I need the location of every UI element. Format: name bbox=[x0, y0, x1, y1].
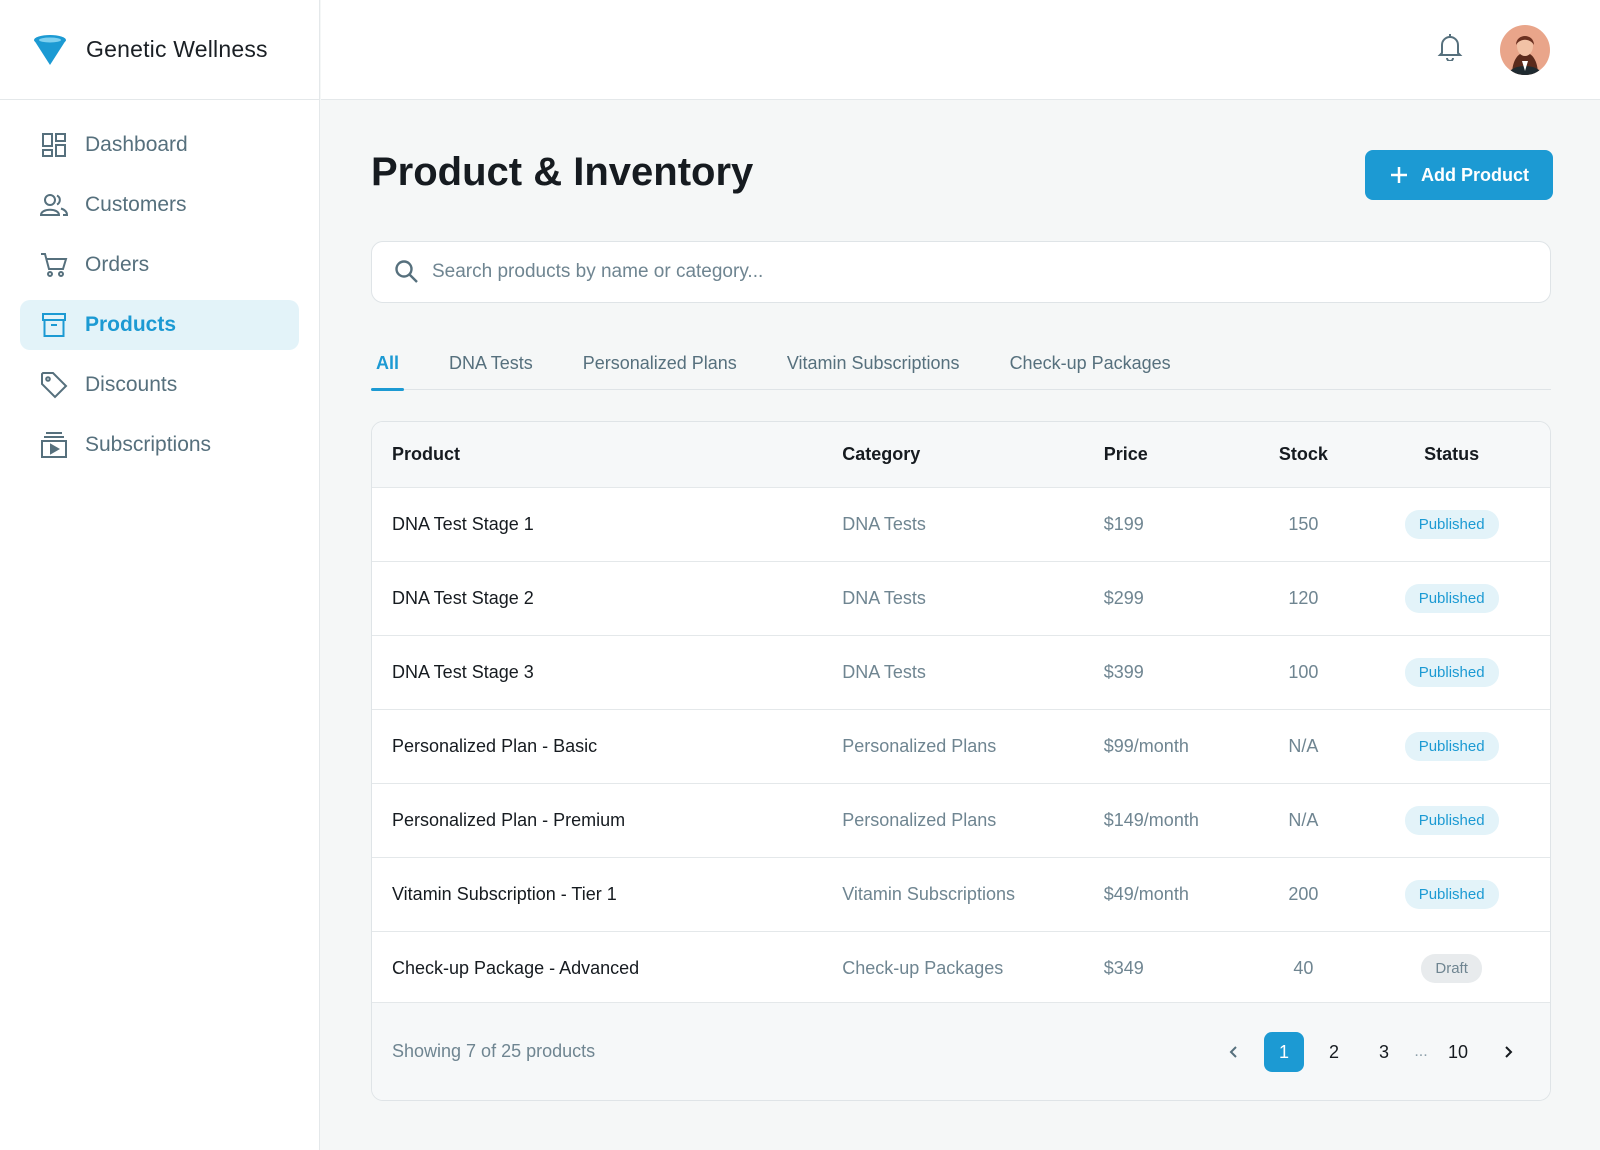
header-product[interactable]: Product bbox=[372, 444, 842, 465]
sidebar-item-label: Dashboard bbox=[85, 133, 188, 156]
users-icon bbox=[40, 191, 68, 219]
cart-icon bbox=[40, 251, 68, 279]
status-badge: Published bbox=[1404, 806, 1499, 835]
sidebar-item-products[interactable]: Products bbox=[20, 300, 299, 350]
sidebar-item-label: Customers bbox=[85, 193, 187, 216]
table-row[interactable]: Personalized Plan - Premium Personalized… bbox=[372, 783, 1550, 857]
products-table: Product Category Price Stock Status DNA … bbox=[371, 421, 1551, 1101]
product-price: $49/month bbox=[1103, 884, 1189, 904]
bell-icon[interactable] bbox=[1433, 30, 1467, 64]
tab-dna-tests[interactable]: DNA Tests bbox=[444, 336, 538, 390]
tab-vitamin-subscriptions[interactable]: Vitamin Subscriptions bbox=[782, 336, 965, 390]
product-category: Check-up Packages bbox=[842, 958, 1004, 978]
sidebar: Genetic Wellness Dashboard Customers Ord… bbox=[0, 0, 320, 1150]
showing-count: Showing 7 of 25 products bbox=[392, 1041, 596, 1061]
product-stock: 40 bbox=[1293, 958, 1314, 978]
search-bar bbox=[371, 241, 1551, 303]
status-badge: Published bbox=[1404, 510, 1499, 539]
product-name: Vitamin Subscription - Tier 1 bbox=[392, 884, 617, 904]
sidebar-item-dashboard[interactable]: Dashboard bbox=[20, 120, 299, 170]
table-footer: Showing 7 of 25 products 1 2 3 ... 10 bbox=[372, 1002, 1550, 1100]
table-row[interactable]: Personalized Plan - Basic Personalized P… bbox=[372, 709, 1550, 783]
table-row[interactable]: Check-up Package - Advanced Check-up Pac… bbox=[372, 931, 1550, 1005]
product-name: DNA Test Stage 3 bbox=[392, 662, 534, 682]
chevron-right-icon[interactable] bbox=[1488, 1032, 1528, 1072]
product-category: Personalized Plans bbox=[842, 736, 997, 756]
search-icon bbox=[394, 258, 422, 286]
product-category: DNA Tests bbox=[842, 662, 926, 682]
product-stock: N/A bbox=[1288, 736, 1319, 756]
product-stock: 100 bbox=[1288, 662, 1319, 682]
tab-personalized-plans[interactable]: Personalized Plans bbox=[578, 336, 742, 390]
product-name: DNA Test Stage 2 bbox=[392, 588, 534, 608]
product-name: Personalized Plan - Basic bbox=[392, 736, 598, 756]
brand-name: Genetic Wellness bbox=[86, 36, 268, 62]
plus-icon bbox=[1389, 165, 1409, 185]
dashboard-icon bbox=[40, 131, 68, 159]
product-price: $149/month bbox=[1103, 810, 1199, 830]
product-category: Personalized Plans bbox=[842, 810, 997, 830]
page-ellipsis: ... bbox=[1414, 1043, 1428, 1060]
subscriptions-icon bbox=[40, 431, 68, 459]
category-tabs: All DNA Tests Personalized Plans Vitamin… bbox=[371, 336, 1551, 391]
chevron-left-icon[interactable] bbox=[1214, 1032, 1254, 1072]
page-title: Product & Inventory bbox=[371, 150, 754, 194]
avatar[interactable] bbox=[1500, 25, 1550, 75]
brand-logo-icon bbox=[32, 32, 68, 68]
topbar bbox=[321, 0, 1600, 100]
sidebar-item-label: Subscriptions bbox=[85, 433, 212, 456]
product-price: $299 bbox=[1103, 588, 1144, 608]
sidebar-item-label: Products bbox=[85, 313, 177, 336]
status-badge: Published bbox=[1404, 732, 1499, 761]
product-price: $199 bbox=[1103, 514, 1144, 534]
product-price: $99/month bbox=[1103, 736, 1189, 756]
table-row[interactable]: DNA Test Stage 1 DNA Tests $199 150 Publ… bbox=[372, 487, 1550, 561]
table-row[interactable]: DNA Test Stage 2 DNA Tests $299 120 Publ… bbox=[372, 561, 1550, 635]
product-stock: 120 bbox=[1288, 588, 1319, 608]
sidebar-item-label: Discounts bbox=[85, 373, 178, 396]
status-badge: Published bbox=[1404, 658, 1499, 687]
brand-header: Genetic Wellness bbox=[0, 0, 319, 100]
sidebar-item-customers[interactable]: Customers bbox=[20, 180, 299, 230]
add-product-label: Add Product bbox=[1421, 164, 1529, 185]
search-input[interactable] bbox=[432, 261, 1432, 283]
product-name: Check-up Package - Advanced bbox=[392, 958, 640, 978]
sidebar-item-orders[interactable]: Orders bbox=[20, 240, 299, 290]
sidebar-item-discounts[interactable]: Discounts bbox=[20, 360, 299, 410]
table-row[interactable]: Vitamin Subscription - Tier 1 Vitamin Su… bbox=[372, 857, 1550, 931]
status-badge: Draft bbox=[1421, 954, 1482, 983]
page-button-10[interactable]: 10 bbox=[1438, 1032, 1478, 1072]
product-stock: 150 bbox=[1288, 514, 1319, 534]
tab-all[interactable]: All bbox=[371, 336, 405, 391]
header-stock[interactable]: Stock bbox=[1254, 444, 1354, 465]
header-category[interactable]: Category bbox=[842, 444, 1104, 465]
sidebar-nav: Dashboard Customers Orders Products Disc… bbox=[0, 100, 319, 470]
add-product-button[interactable]: Add Product bbox=[1365, 150, 1553, 200]
tag-icon bbox=[40, 371, 68, 399]
page-button-1[interactable]: 1 bbox=[1264, 1032, 1304, 1072]
status-badge: Published bbox=[1404, 584, 1499, 613]
product-category: DNA Tests bbox=[842, 514, 926, 534]
product-stock: N/A bbox=[1288, 810, 1319, 830]
table-header: Product Category Price Stock Status bbox=[372, 422, 1550, 487]
product-category: DNA Tests bbox=[842, 588, 926, 608]
status-badge: Published bbox=[1404, 880, 1499, 909]
header-status[interactable]: Status bbox=[1353, 444, 1550, 465]
archive-box-icon bbox=[40, 311, 68, 339]
product-category: Vitamin Subscriptions bbox=[842, 884, 1015, 904]
product-name: DNA Test Stage 1 bbox=[392, 514, 534, 534]
page-button-3[interactable]: 3 bbox=[1364, 1032, 1404, 1072]
pagination: 1 2 3 ... 10 bbox=[1214, 1032, 1538, 1072]
product-name: Personalized Plan - Premium bbox=[392, 810, 626, 830]
sidebar-item-label: Orders bbox=[85, 253, 150, 276]
table-row[interactable]: DNA Test Stage 3 DNA Tests $399 100 Publ… bbox=[372, 635, 1550, 709]
page-button-2[interactable]: 2 bbox=[1314, 1032, 1354, 1072]
product-price: $349 bbox=[1103, 958, 1144, 978]
sidebar-item-subscriptions[interactable]: Subscriptions bbox=[20, 420, 299, 470]
product-price: $399 bbox=[1103, 662, 1144, 682]
tab-check-up-packages[interactable]: Check-up Packages bbox=[1005, 336, 1176, 390]
product-stock: 200 bbox=[1288, 884, 1319, 904]
header-price[interactable]: Price bbox=[1104, 444, 1254, 465]
